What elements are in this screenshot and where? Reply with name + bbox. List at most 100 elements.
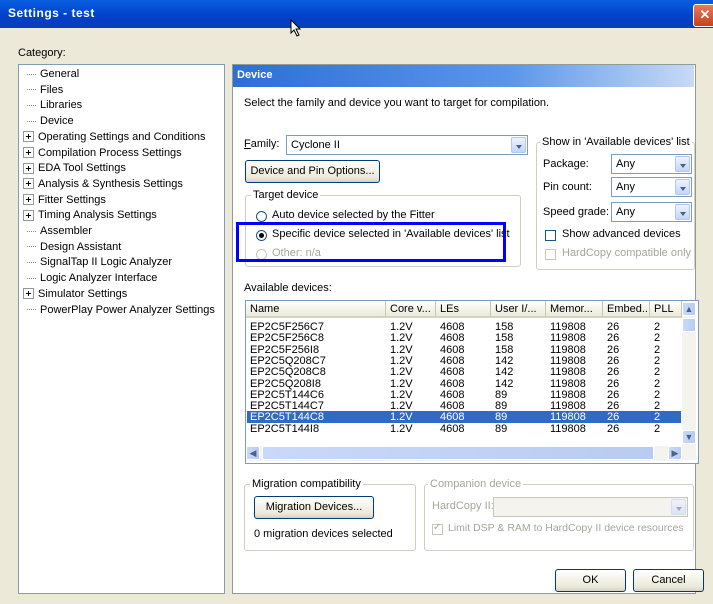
table-cell: 142 (495, 366, 514, 379)
limit-dsp-checkbox[interactable] (432, 522, 443, 535)
package-select[interactable]: Any (611, 154, 692, 174)
table-cell: 4608 (440, 411, 465, 424)
table-cell: 1.2V (390, 354, 413, 367)
expand-plus-icon[interactable] (23, 209, 34, 221)
scroll-thumb[interactable] (682, 318, 696, 332)
column-header[interactable]: LEs (436, 301, 491, 318)
expand-plus-icon[interactable] (23, 178, 34, 190)
table-row[interactable]: EP2C5Q208C7 1.2V 4608 142 119808 26 2 (247, 355, 681, 367)
category-item-compilation-process-settings[interactable]: Compilation Process Settings (19, 146, 182, 161)
chevron-down-icon (675, 179, 690, 195)
category-label: Category: (18, 47, 66, 59)
table-row[interactable]: EP2C5F256C8 1.2V 4608 158 119808 26 2 (247, 332, 681, 344)
table-row[interactable]: EP2C5T144C8 1.2V 4608 89 119808 26 2 (247, 411, 681, 424)
table-cell: 1.2V (390, 422, 413, 435)
category-item-label: Device (40, 115, 74, 128)
category-item-logic-analyzer-interface[interactable]: Logic Analyzer Interface (19, 271, 157, 286)
table-row[interactable]: EP2C5F256C7 1.2V 4608 158 119808 26 2 (247, 321, 681, 333)
expand-plus-icon[interactable] (23, 147, 34, 159)
category-item-general[interactable]: General (19, 67, 79, 82)
table-cell: 2 (654, 343, 661, 356)
table-cell: 119808 (550, 343, 586, 356)
column-header[interactable]: PLL (650, 301, 682, 318)
hscroll-thumb[interactable] (262, 446, 654, 460)
table-cell: 119808 (550, 400, 586, 413)
category-item-powerplay-power-analyzer-settings[interactable]: PowerPlay Power Analyzer Settings (19, 303, 215, 318)
category-tree[interactable]: General Files Libraries Device Operating Set… (18, 64, 225, 594)
table-cell: 1.2V (390, 377, 413, 390)
hardcopy-ii-select[interactable] (493, 497, 688, 517)
table-row[interactable]: EP2C5F256I8 1.2V 4608 158 119808 26 2 (247, 344, 681, 356)
close-button[interactable]: ✕ (693, 4, 713, 27)
migration-devices-button[interactable]: Migration Devices... (254, 496, 374, 519)
table-cell: 89 (495, 388, 508, 401)
tree-connector (27, 246, 36, 248)
expand-plus-icon[interactable] (23, 194, 34, 206)
cancel-button[interactable]: Cancel (633, 569, 704, 592)
expand-plus-icon[interactable] (23, 162, 34, 174)
auto-device-radio[interactable] (256, 211, 267, 222)
category-item-device[interactable]: Device (19, 114, 74, 129)
column-header[interactable]: Embed... (603, 301, 650, 318)
tree-connector (27, 89, 36, 91)
table-cell: 1.2V (390, 388, 413, 401)
table-cell: 4608 (440, 321, 465, 333)
table-cell: 2 (654, 377, 661, 390)
table-row[interactable]: EP2C5T144I8 1.2V 4608 89 119808 26 2 (247, 423, 681, 435)
table-cell: 119808 (550, 411, 586, 424)
family-select[interactable]: Cyclone II (286, 135, 528, 155)
table-cell: 26 (607, 321, 620, 333)
table-row[interactable]: EP2C5T144C7 1.2V 4608 89 119808 26 2 (247, 400, 681, 412)
scroll-down-icon[interactable]: ▼ (682, 430, 696, 444)
hardcopy-ii-label: HardCopy II: (432, 500, 494, 512)
category-item-signaltap-ii-logic-analyzer[interactable]: SignalTap II Logic Analyzer (19, 255, 172, 270)
expand-plus-icon[interactable] (23, 288, 34, 300)
hardcopy-only-checkbox[interactable] (545, 249, 556, 260)
table-cell: 119808 (550, 388, 586, 401)
column-header[interactable]: User I/... (491, 301, 546, 318)
horizontal-scrollbar[interactable]: ◀ ▶ (246, 446, 682, 461)
table-cell: 26 (607, 366, 620, 379)
device-pin-options-button[interactable]: Device and Pin Options... (245, 160, 380, 183)
table-cell: 26 (607, 400, 620, 413)
speed-grade-select[interactable]: Any (611, 202, 692, 222)
mouse-cursor-icon (290, 19, 302, 37)
table-cell: 2 (654, 366, 661, 379)
column-header[interactable]: Name (246, 301, 386, 318)
table-cell: 26 (607, 343, 620, 356)
category-item-timing-analysis-settings[interactable]: Timing Analysis Settings (19, 208, 157, 223)
hardcopy-only-label: HardCopy compatible only (562, 247, 692, 259)
category-item-label: Design Assistant (40, 240, 122, 253)
table-cell: EP2C5Q208C8 (250, 366, 326, 379)
category-item-design-assistant[interactable]: Design Assistant (19, 240, 121, 255)
scroll-right-icon[interactable]: ▶ (668, 446, 682, 460)
table-row[interactable]: EP2C5Q208I8 1.2V 4608 142 119808 26 2 (247, 378, 681, 390)
pin-count-select[interactable]: Any (611, 177, 692, 197)
category-item-label: Analysis & Synthesis Settings (38, 177, 183, 190)
scroll-left-icon[interactable]: ◀ (246, 446, 260, 460)
column-header[interactable]: Memor... (546, 301, 603, 318)
table-cell: EP2C5T144C8 (250, 411, 324, 424)
column-header[interactable]: Core v... (386, 301, 436, 318)
table-cell: 1.2V (390, 332, 413, 345)
available-devices-table[interactable]: Name Core v... LEs User I/... Memor... Embed.… (245, 300, 699, 464)
expand-plus-icon[interactable] (23, 131, 34, 143)
highlight-frame (236, 222, 506, 262)
table-row[interactable]: EP2C5Q208C8 1.2V 4608 142 119808 26 2 (247, 366, 681, 378)
category-item-analysis-synthesis-settings[interactable]: Analysis & Synthesis Settings (19, 177, 183, 192)
table-row[interactable]: EP2C5T144C6 1.2V 4608 89 119808 26 2 (247, 389, 681, 401)
auto-device-label: Auto device selected by the Fitter (272, 209, 435, 221)
category-item-libraries[interactable]: Libraries (19, 98, 82, 113)
category-item-fitter-settings[interactable]: Fitter Settings (19, 193, 106, 208)
scroll-up-icon[interactable]: ▲ (682, 302, 696, 316)
category-item-simulator-settings[interactable]: Simulator Settings (19, 287, 127, 302)
category-item-label: Libraries (40, 99, 83, 112)
table-cell: 4608 (440, 388, 465, 401)
category-item-operating-settings-and-conditions[interactable]: Operating Settings and Conditions (19, 130, 206, 145)
category-item-assembler[interactable]: Assembler (19, 224, 92, 239)
category-item-files[interactable]: Files (19, 83, 63, 98)
vertical-scrollbar[interactable]: ▲ ▼ (682, 302, 696, 460)
show-advanced-checkbox[interactable] (545, 230, 556, 241)
category-item-eda-tool-settings[interactable]: EDA Tool Settings (19, 161, 126, 176)
ok-button[interactable]: OK (555, 569, 626, 592)
